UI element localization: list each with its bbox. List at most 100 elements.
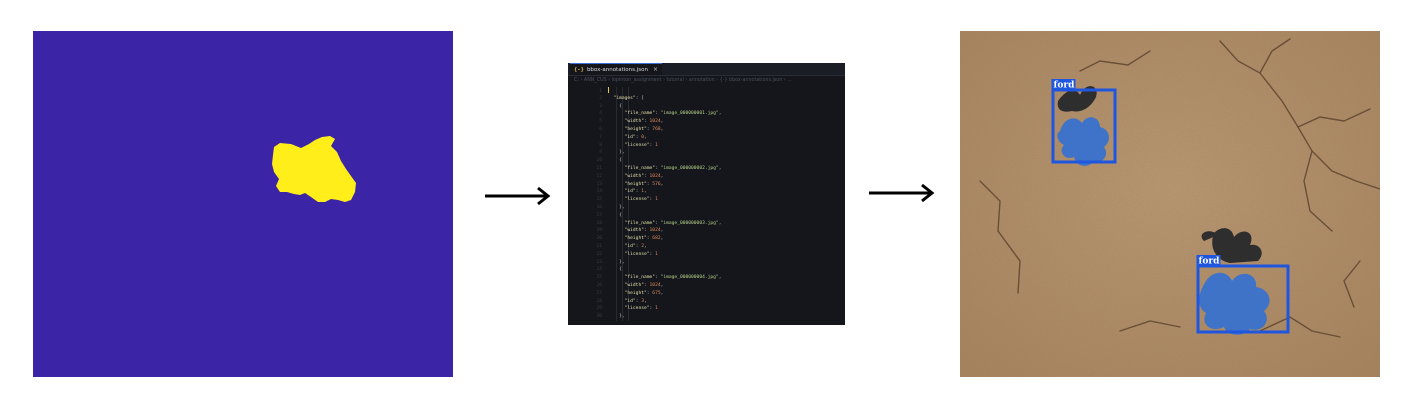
line-number: 7 (599, 134, 602, 140)
line-number: 15 (596, 197, 602, 203)
bbox-label: ford (1054, 81, 1076, 91)
code-line: 24 { (568, 266, 845, 274)
code-area[interactable]: 12 "images": [3 {4 "file_name": "image_0… (568, 87, 845, 321)
code-token: "image_000000004.jpg" (660, 275, 719, 281)
code-token: , (644, 298, 647, 304)
line-number: 22 (596, 251, 602, 257)
code-token: "file_name" (624, 111, 656, 117)
code-token: "height" (624, 236, 647, 242)
code-token: "image_000000003.jpg" (660, 220, 719, 226)
code-line: 30 }, (568, 313, 845, 321)
code-token: "width" (624, 228, 644, 234)
code-token: "license" (624, 197, 650, 203)
line-number: 21 (596, 243, 602, 249)
code-token: }, (608, 314, 625, 320)
code-line: 10 { (568, 157, 845, 165)
code-token: { (608, 158, 622, 164)
code-token: }, (608, 259, 625, 265)
code-token: , (660, 119, 664, 125)
code-line: 6 "height": 768, (568, 126, 845, 134)
code-line: 9 }, (568, 149, 845, 157)
line-number: 6 (599, 126, 602, 132)
line-number: 12 (596, 173, 602, 179)
code-token: , (644, 134, 647, 140)
code-token: "license" (624, 251, 650, 257)
code-token: "file_name" (624, 220, 656, 226)
line-number: 26 (596, 282, 602, 288)
code-token: "license" (624, 306, 650, 312)
code-token: }, (608, 150, 625, 156)
code-token: 675 (652, 290, 661, 296)
right-arrow-icon (484, 186, 552, 206)
photo-svg: ford ford (960, 31, 1380, 377)
line-number: 24 (596, 267, 602, 273)
code-line: 15 "license": 1 (568, 196, 845, 204)
editor-tab[interactable]: {-} bbox-annotations.json × (570, 63, 663, 75)
line-number: 29 (596, 306, 602, 312)
code-token: "height" (624, 181, 647, 187)
code-line: 11 "file_name": "image_000000002.jpg", (568, 165, 845, 173)
line-number: 30 (596, 314, 602, 320)
line-number: 9 (599, 150, 602, 156)
line-number: 8 (599, 142, 602, 148)
tab-label: bbox-annotations.json (586, 66, 648, 73)
line-number: 19 (596, 228, 602, 234)
segmentation-mask-image (33, 31, 453, 377)
code-line: 14 "id": 1, (568, 188, 845, 196)
code-token: "image_000000001.jpg" (660, 111, 719, 117)
code-token: , (660, 173, 664, 179)
mask-background (33, 31, 453, 377)
code-line: 4 "file_name": "image_000000001.jpg", (568, 110, 845, 118)
code-token: , (660, 228, 664, 234)
code-token: "height" (624, 126, 647, 132)
code-line: 1 (568, 87, 845, 95)
code-line: 28 "id": 3, (568, 298, 845, 306)
text-cursor (608, 87, 609, 93)
code-token: "height" (624, 290, 647, 296)
code-token: 682 (652, 236, 661, 242)
code-line: 2 "images": [ (568, 95, 845, 103)
code-token: , (660, 236, 664, 242)
code-token: 1 (655, 306, 658, 312)
code-line: 19 "width": 1024, (568, 227, 845, 235)
line-number: 14 (596, 189, 602, 195)
line-number: 25 (596, 275, 602, 281)
bbox-label: ford (1199, 257, 1221, 267)
code-token: "width" (624, 119, 644, 125)
code-token: 1024 (649, 173, 661, 179)
code-token: "image_000000002.jpg" (660, 165, 719, 171)
code-token: , (644, 243, 647, 249)
code-token: }, (608, 204, 625, 210)
code-token: "file_name" (624, 165, 656, 171)
code-line: 12 "width": 1024, (568, 173, 845, 181)
code-token: , (660, 290, 664, 296)
code-token: 1024 (649, 282, 661, 288)
code-token: , (718, 165, 722, 171)
code-token: , (644, 189, 647, 195)
json-file-icon: {-} (574, 66, 584, 73)
code-token: , (718, 275, 722, 281)
code-line: 27 "height": 675, (568, 290, 845, 298)
code-line: 16 }, (568, 204, 845, 212)
code-token: "id" (624, 134, 636, 140)
code-token: , (660, 126, 664, 132)
close-icon[interactable]: × (653, 66, 658, 73)
breadcrumb: C: › ANN_CUS › lopinton_assignment › tut… (574, 78, 792, 83)
line-number: 3 (599, 103, 602, 109)
code-token: { (608, 103, 622, 109)
right-arrow-icon (868, 183, 936, 203)
code-token: { (608, 267, 622, 273)
code-token: "images" (613, 95, 636, 101)
line-number: 10 (596, 158, 602, 164)
